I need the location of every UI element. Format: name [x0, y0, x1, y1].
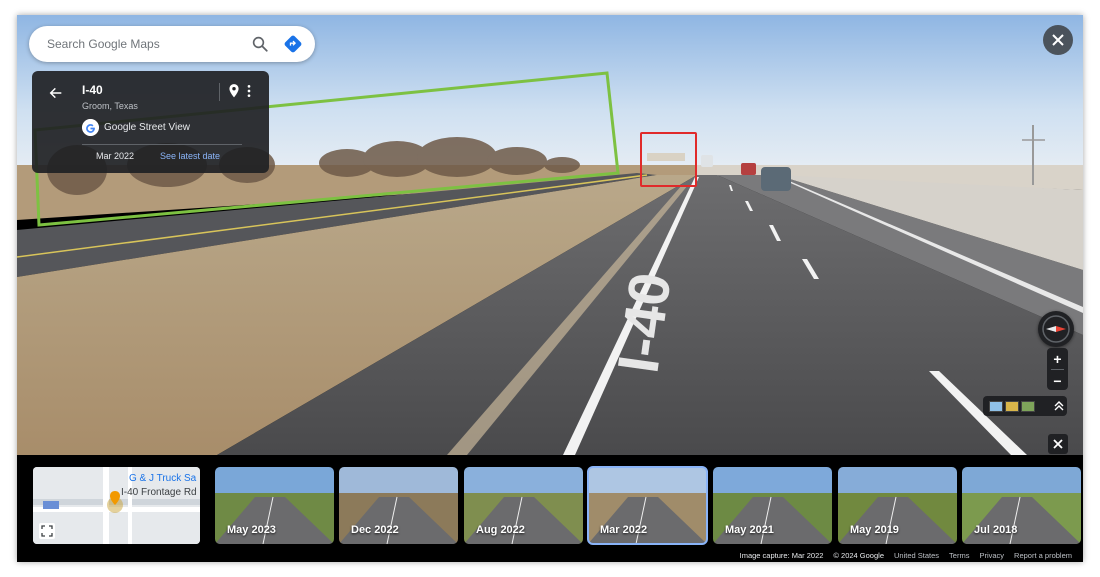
close-timeline-button[interactable]	[1048, 434, 1068, 454]
timeline-thumb-label: Aug 2022	[476, 524, 525, 536]
timeline-thumb-label: Mar 2022	[600, 524, 648, 536]
divider	[82, 144, 242, 145]
layer-thumb	[1021, 400, 1035, 412]
map-label-road: I-40 Frontage Rd	[121, 487, 197, 498]
timeline-strip: G & J Truck Sa I-40 Frontage Rd May 2023…	[17, 455, 1083, 562]
search-icon[interactable]	[251, 35, 269, 53]
street-view-source: Google Street View	[82, 119, 190, 136]
expand-icon	[41, 525, 53, 537]
street-view-frame: I-40 Search Google Maps I-40 Groom, Texa…	[17, 15, 1083, 562]
close-street-view-button[interactable]	[1043, 25, 1073, 55]
terms-link[interactable]: Terms	[949, 551, 969, 560]
chevron-up-icon	[1054, 401, 1064, 411]
layer-thumb	[1005, 400, 1019, 412]
google-logo-icon	[82, 119, 99, 136]
timeline-thumb[interactable]: May 2021	[713, 467, 832, 544]
expand-map-button[interactable]	[39, 523, 55, 539]
timeline-thumb-label: May 2023	[227, 524, 276, 536]
divider	[219, 83, 220, 101]
map-label-business: G & J Truck Sa	[129, 473, 197, 484]
layer-thumb	[989, 400, 1003, 412]
compass-button[interactable]	[1038, 311, 1074, 347]
privacy-link[interactable]: Privacy	[979, 551, 1004, 560]
region-link[interactable]: United States	[894, 551, 939, 560]
copyright: © 2024 Google	[833, 550, 884, 560]
road-marking-text: I-40	[606, 269, 684, 377]
zoom-out-button[interactable]: −	[1047, 370, 1068, 391]
zoom-in-button[interactable]: +	[1047, 348, 1068, 369]
timeline-thumb[interactable]: May 2023	[215, 467, 334, 544]
layers-button[interactable]	[983, 396, 1067, 416]
timeline-thumb[interactable]: Dec 2022	[339, 467, 458, 544]
timeline-thumb[interactable]: Aug 2022	[464, 467, 583, 544]
timeline-thumb-label: May 2021	[725, 524, 774, 536]
pin-icon[interactable]	[227, 83, 241, 99]
more-vert-icon[interactable]	[246, 83, 252, 99]
close-icon	[1053, 439, 1063, 449]
close-icon	[1052, 34, 1064, 46]
map-footer: Image capture: Mar 2022 © 2024 Google Un…	[17, 548, 1083, 562]
source-label: Google Street View	[104, 122, 190, 133]
timeline-thumb[interactable]: May 2019	[838, 467, 957, 544]
zoom-controls: + −	[1047, 348, 1068, 390]
timeline-thumb[interactable]: Jul 2018	[962, 467, 1081, 544]
timeline-thumb-label: Jul 2018	[974, 524, 1018, 536]
search-input[interactable]: Search Google Maps	[47, 37, 251, 51]
mini-map[interactable]: G & J Truck Sa I-40 Frontage Rd	[33, 467, 200, 544]
timeline-thumb[interactable]: Mar 2022	[587, 466, 708, 545]
compass-icon	[1042, 315, 1070, 343]
annotation-red-box	[640, 132, 697, 187]
image-capture-date: Image capture: Mar 2022	[739, 550, 824, 560]
capture-date: Mar 2022	[96, 151, 135, 161]
back-arrow-icon[interactable]	[48, 85, 64, 101]
timeline-thumb-label: Dec 2022	[351, 524, 399, 536]
location-title: I-40	[82, 83, 103, 97]
report-problem-link[interactable]: Report a problem	[1014, 551, 1072, 560]
search-box[interactable]: Search Google Maps	[29, 26, 315, 62]
location-info-card: I-40 Groom, Texas Google Street View Mar…	[32, 71, 269, 173]
see-latest-date-link[interactable]: See latest date	[160, 151, 220, 161]
location-subtitle: Groom, Texas	[82, 101, 138, 111]
timeline-thumb-label: May 2019	[850, 524, 899, 536]
directions-icon[interactable]	[283, 34, 303, 54]
